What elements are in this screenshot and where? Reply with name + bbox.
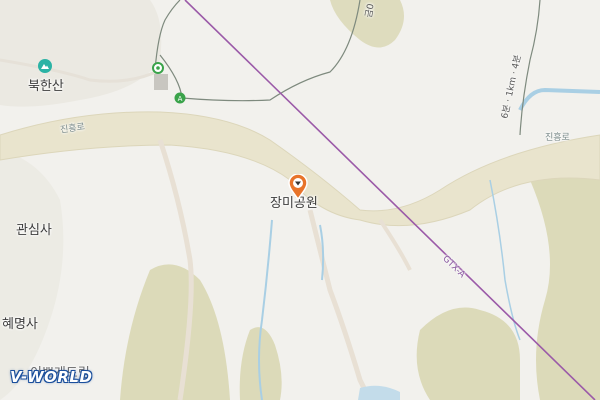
minor-road-2 [307,209,373,400]
minor-road-3 [378,218,412,271]
label-gwansimsa[interactable]: 관심사 [16,219,52,238]
map-view[interactable]: A 북한산 관심사 혜명사 이쁘게드림 장미공원 진흥로 진흥로 GTX-A 6… [0,0,600,400]
hiking-trail-left [159,0,361,102]
vworld-logo: V-WORLD [10,368,93,386]
stream-4 [518,87,600,111]
svg-text:A: A [178,95,183,103]
hill-bottom-right-patch [416,307,520,400]
label-bukhansan[interactable]: 북한산 [28,75,64,94]
label-hyemyeongsa[interactable]: 혜명사 [2,313,38,332]
urban-area-left [0,0,162,107]
map-pin-icon[interactable] [288,173,308,204]
station-marker[interactable] [152,62,164,74]
hill-right-patch [530,168,600,400]
road-label-right: 진흥로 [545,133,570,143]
building-block [154,74,168,90]
hill-bottom-patch [120,264,230,400]
hiking-trail-right [519,0,541,136]
pond [358,385,400,400]
bus-stop-icon[interactable]: A [174,92,186,104]
trail-label-top: 금0 [364,2,377,19]
